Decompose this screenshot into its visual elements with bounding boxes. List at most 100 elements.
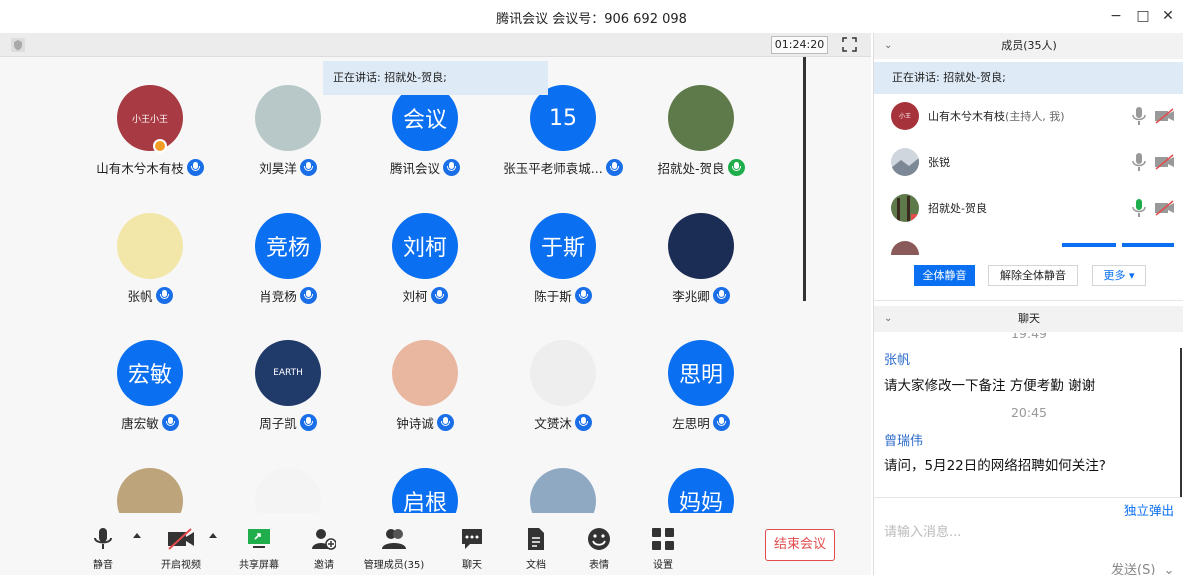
chat-scrollbar[interactable]: [1180, 348, 1182, 498]
participant-tile[interactable]: 妈妈: [631, 468, 771, 513]
camera-off-icon[interactable]: [1154, 108, 1176, 124]
avatar: 小王小王: [117, 85, 183, 151]
chat-input[interactable]: 请输入消息...: [884, 521, 961, 540]
microphone-icon[interactable]: [1132, 106, 1146, 126]
microphone-icon[interactable]: [1132, 152, 1146, 172]
participant-name-text: 刘昊洋: [259, 161, 297, 176]
participant-name-text: 陈于斯: [534, 289, 572, 304]
video-button[interactable]: 开启视频: [149, 525, 213, 573]
participant-tile[interactable]: 会议 腾讯会议: [355, 85, 495, 205]
collapse-icon[interactable]: ⌄: [884, 33, 892, 59]
avatar: 刘柯: [392, 213, 458, 279]
participant-name-text: 钟诗诚: [396, 416, 434, 431]
participant-tile[interactable]: 刘柯 刘柯: [355, 213, 495, 333]
chat-button[interactable]: 聊天: [440, 525, 504, 573]
camera-off-icon[interactable]: [1154, 200, 1176, 216]
participant-name: 山有木兮木有枝: [80, 158, 220, 177]
members-label: 管理成员(35): [363, 560, 425, 571]
close-button[interactable]: ✕: [1158, 6, 1178, 26]
participant-tile[interactable]: 于斯陈于斯: [493, 213, 633, 333]
avatar-text: 小王小王: [131, 114, 168, 125]
video-area: 小王小王 山有木兮木有枝 刘昊洋 会议 腾讯会议 15 张玉平老师袁城... 招就处-贺良 张帆…: [0, 33, 871, 575]
participant-tile[interactable]: 李兆卿: [631, 213, 771, 333]
video-label: 开启视频: [161, 560, 201, 571]
avatar: [117, 213, 183, 279]
emoji-button[interactable]: 表情: [567, 525, 631, 573]
minimize-button[interactable]: −: [1106, 6, 1126, 26]
chat-area: 19:49 张帆 请大家修改一下备注 方便考勤 谢谢 20:45 曾瑞伟 请问，…: [874, 333, 1183, 575]
audio-options-caret[interactable]: [133, 533, 141, 538]
share-screen-button[interactable]: 共享屏幕: [227, 525, 291, 573]
send-button[interactable]: 发送(S) ⌄: [1111, 559, 1174, 575]
participant-name: 招就处-贺良: [631, 158, 771, 177]
unmute-all-button[interactable]: 解除全体静音: [988, 265, 1078, 286]
microphone-icon: [712, 414, 730, 431]
chat-timestamp: 20:45: [1010, 405, 1048, 420]
chevron-down-icon[interactable]: ⌄: [1164, 563, 1175, 575]
member-name: 招就处-贺良: [928, 202, 987, 215]
participant-tile[interactable]: 竞杨肖竞杨: [218, 213, 358, 333]
participant-tile[interactable]: [80, 468, 220, 513]
participant-tile[interactable]: [493, 468, 633, 513]
participant-tile[interactable]: 宏敏 唐宏敏: [80, 340, 220, 460]
avatar: [668, 213, 734, 279]
participant-tile[interactable]: 刘昊洋: [218, 85, 358, 205]
participant-tile[interactable]: 招就处-贺良: [631, 85, 771, 205]
end-meeting-button[interactable]: 结束会议: [765, 529, 835, 561]
host-icon: [153, 139, 167, 153]
avatar-text: 宏敏: [127, 363, 172, 388]
avatar-text: 思明: [678, 363, 723, 388]
participant-tile[interactable]: [218, 468, 358, 513]
participant-tile[interactable]: 启根: [355, 468, 495, 513]
invite-button[interactable]: 邀请: [292, 525, 356, 573]
chat-label: 聊天: [462, 560, 482, 571]
participant-tile[interactable]: 文赟沐: [493, 340, 633, 460]
hidden-row-button[interactable]: [1062, 243, 1116, 247]
participant-tile[interactable]: EARTH 周子凯: [218, 340, 358, 460]
participant-name-text: 肖竞杨: [259, 289, 297, 304]
members-header[interactable]: ⌄ 成员(35人): [874, 33, 1183, 59]
chat-header[interactable]: ⌄ 聊天: [874, 306, 1183, 332]
grid-scrollbar[interactable]: [803, 57, 806, 301]
member-actions: 全体静音 解除全体静音 更多 ▾: [874, 255, 1183, 301]
members-title: 成员(35人): [1001, 39, 1057, 52]
member-row[interactable]: 小王 山有木兮木有枝(主持人, 我): [874, 95, 1183, 139]
popout-link[interactable]: 独立弹出: [1124, 500, 1174, 519]
participant-tile[interactable]: 张帆: [80, 213, 220, 333]
settings-button[interactable]: 设置: [631, 525, 695, 573]
avatar-text: 于斯: [540, 236, 585, 261]
avatar: EARTH: [255, 340, 321, 406]
camera-off-icon[interactable]: [1154, 154, 1176, 170]
avatar: 启根: [392, 468, 458, 513]
chat-title: 聊天: [1018, 312, 1040, 325]
participant-tile[interactable]: 思明 左思明: [631, 340, 771, 460]
mute-button[interactable]: 静音: [71, 525, 135, 573]
participant-tile[interactable]: 钟诗诚: [355, 340, 495, 460]
avatar-text: 竞杨: [265, 236, 310, 261]
microphone-icon: [574, 414, 592, 431]
mute-all-button[interactable]: 全体静音: [914, 265, 975, 286]
participant-name: 刘昊洋: [218, 158, 358, 177]
hidden-row-button[interactable]: [1122, 243, 1174, 247]
shield-icon[interactable]: [11, 38, 25, 52]
avatar: 宏敏: [117, 340, 183, 406]
settings-grid-icon: [652, 528, 674, 550]
more-button[interactable]: 更多 ▾: [1092, 265, 1146, 286]
member-row[interactable]: 招就处-贺良: [874, 187, 1183, 231]
manage-members-button[interactable]: 管理成员(35): [362, 525, 426, 573]
collapse-icon[interactable]: ⌄: [884, 306, 892, 332]
microphone-icon: [161, 414, 179, 431]
title-bar: 腾讯会议 会议号：906 692 098 − □ ✕: [0, 0, 1183, 33]
video-options-caret[interactable]: [209, 533, 217, 538]
member-role: (主持人, 我): [1005, 110, 1065, 123]
participant-name: 张帆: [80, 286, 220, 305]
participant-tile[interactable]: 小王小王山有木兮木有枝: [80, 85, 220, 205]
participant-tile[interactable]: 15 张玉平老师袁城...: [493, 85, 633, 205]
member-name: 张锐: [928, 156, 950, 169]
window-title: 腾讯会议 会议号：906 692 098: [496, 12, 687, 27]
docs-button[interactable]: 文档: [504, 525, 568, 573]
microphone-active-icon[interactable]: [1132, 198, 1146, 218]
fullscreen-icon[interactable]: [842, 37, 857, 52]
member-row[interactable]: 张锐: [874, 141, 1183, 185]
maximize-button[interactable]: □: [1133, 6, 1153, 26]
